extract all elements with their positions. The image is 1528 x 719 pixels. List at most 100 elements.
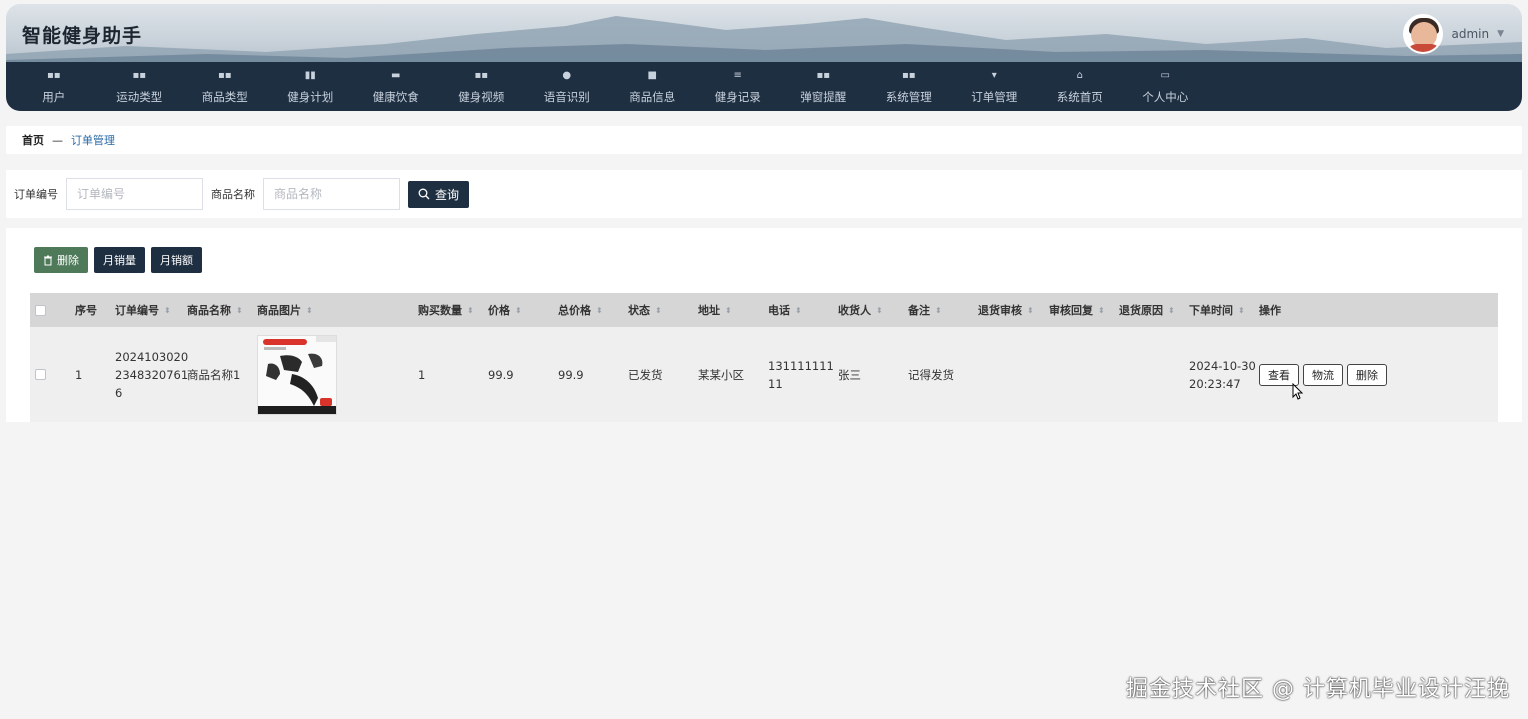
top-nav: ▪▪ 用户 ▪▪ 运动类型 ▪▪ 商品类型 ▮▮ 健身计划 ▬ 健康饮食 ▪▪ 健身视频 ● 语音识别 ■ 商… bbox=[6, 62, 1522, 111]
sliders-icon: ≡ bbox=[733, 69, 742, 81]
row-checkbox[interactable] bbox=[35, 369, 46, 380]
sort-icon: ⬍ bbox=[1027, 305, 1034, 315]
cell-image[interactable] bbox=[257, 327, 337, 422]
order-no-input[interactable] bbox=[66, 178, 203, 210]
username[interactable]: admin bbox=[1451, 27, 1489, 41]
col-image[interactable]: 商品图片 ⬍ bbox=[257, 293, 313, 327]
nav-item-label: 用户 bbox=[42, 89, 66, 104]
sort-icon: ⬍ bbox=[935, 305, 942, 315]
nav-item-label: 个人中心 bbox=[1142, 89, 1189, 104]
app-title: 智能健身助手 bbox=[22, 25, 143, 47]
nav-item-label: 系统首页 bbox=[1056, 89, 1103, 104]
home-icon: ⌂ bbox=[1076, 69, 1083, 81]
col-status[interactable]: 状态 ⬍ bbox=[628, 293, 662, 327]
cell-product: 商品名称1 bbox=[187, 367, 241, 382]
avatar[interactable] bbox=[1403, 14, 1444, 54]
cell-phone: 131111111 11 bbox=[768, 358, 834, 391]
product-name-input[interactable] bbox=[263, 178, 400, 210]
pin-icon: ▾ bbox=[991, 69, 997, 81]
monthly-revenue-button[interactable]: 月销额 bbox=[151, 247, 202, 273]
col-ops: 操作 bbox=[1259, 304, 1281, 317]
nav-item-label: 商品类型 bbox=[201, 89, 248, 104]
nav-item-6[interactable]: ● 语音识别 bbox=[524, 62, 610, 111]
cell-index: 1 bbox=[75, 367, 83, 382]
mouse-cursor-icon bbox=[1292, 383, 1304, 400]
col-total[interactable]: 总价格 ⬍ bbox=[558, 293, 603, 327]
search-icon bbox=[418, 188, 430, 200]
col-order-no[interactable]: 订单编号 ⬍ bbox=[115, 293, 171, 327]
col-address[interactable]: 地址 ⬍ bbox=[698, 293, 732, 327]
order-no-label: 订单编号 bbox=[14, 188, 58, 201]
sort-icon: ⬍ bbox=[1238, 305, 1245, 315]
breadcrumb-home[interactable]: 首页 bbox=[22, 132, 44, 148]
col-phone[interactable]: 电话 ⬍ bbox=[768, 293, 802, 327]
nav-item-12[interactable]: ⌂ 系统首页 bbox=[1037, 62, 1123, 111]
order-table: 序号 订单编号 ⬍ 商品名称 ⬍ 商品图片 ⬍ 购买数量 ⬍ 价格 ⬍ 总价格 ⬍ 状态 ⬍ … bbox=[30, 293, 1498, 422]
sort-icon: ⬍ bbox=[306, 305, 313, 315]
col-order-time[interactable]: 下单时间 ⬍ bbox=[1189, 293, 1245, 327]
breadcrumb-separator: — bbox=[52, 133, 63, 147]
select-all-checkbox[interactable] bbox=[35, 304, 46, 316]
delete-button[interactable]: 删除 bbox=[34, 247, 88, 273]
order-panel: 删除 月销量 月销额 序号 订单编号 ⬍ 商品名称 ⬍ 商品图片 ⬍ 购买数量 ⬍ 价格… bbox=[6, 228, 1522, 422]
col-product[interactable]: 商品名称 ⬍ bbox=[187, 293, 243, 327]
table-row: 1 2024103020 2348320761 6 商品名称1 1 99.9 9… bbox=[30, 327, 1498, 422]
monthly-sales-button[interactable]: 月销量 bbox=[94, 247, 145, 273]
nav-item-5[interactable]: ▪▪ 健身视频 bbox=[439, 62, 525, 111]
nav-item-7[interactable]: ■ 商品信息 bbox=[610, 62, 696, 111]
nav-item-label: 商品信息 bbox=[629, 89, 676, 104]
col-index: 序号 bbox=[75, 304, 97, 317]
cell-address: 某某小区 bbox=[698, 367, 744, 382]
chevron-down-icon[interactable]: ▼ bbox=[1497, 29, 1504, 39]
nav-item-label: 运动类型 bbox=[116, 89, 163, 104]
col-return-review[interactable]: 退货审核 ⬍ bbox=[978, 293, 1034, 327]
breadcrumb: 首页 — 订单管理 bbox=[6, 126, 1522, 154]
nav-item-13[interactable]: ▭ 个人中心 bbox=[1123, 62, 1209, 111]
user-menu[interactable]: admin ▼ bbox=[1403, 14, 1504, 54]
nav-item-3[interactable]: ▮▮ 健身计划 bbox=[268, 62, 354, 111]
cell-remark: 记得发货 bbox=[908, 367, 954, 382]
nav-item-label: 健身记录 bbox=[714, 89, 761, 104]
cell-status: 已发货 bbox=[628, 367, 663, 382]
watermark: 掘金技术社区 @ 计算机毕业设计汪挽 bbox=[1126, 677, 1510, 702]
grid-icon: ▪▪ bbox=[46, 69, 61, 81]
cell-total: 99.9 bbox=[558, 367, 584, 382]
app-header: 智能健身助手 admin ▼ ▪▪ 用户 ▪▪ 运动类型 ▪▪ 商品类型 ▮▮ 健身计划 ▬ 健康… bbox=[6, 4, 1522, 111]
product-name-label: 商品名称 bbox=[211, 188, 255, 201]
action-toolbar: 删除 月销量 月销额 bbox=[34, 247, 202, 273]
cell-order-no: 2024103020 2348320761 6 bbox=[115, 349, 189, 400]
bar-chart-icon: ▮▮ bbox=[304, 69, 316, 81]
nav-item-8[interactable]: ≡ 健身记录 bbox=[695, 62, 781, 111]
query-button[interactable]: 查询 bbox=[408, 180, 470, 208]
grid-icon: ▪▪ bbox=[474, 69, 489, 81]
sort-icon: ⬍ bbox=[795, 305, 802, 315]
cell-ops: 查看 物流 删除 bbox=[1259, 327, 1391, 422]
query-button-label: 查询 bbox=[435, 187, 460, 202]
nav-item-0[interactable]: ▪▪ 用户 bbox=[11, 62, 97, 111]
col-receiver[interactable]: 收货人 ⬍ bbox=[838, 293, 883, 327]
nav-item-1[interactable]: ▪▪ 运动类型 bbox=[97, 62, 183, 111]
nav-item-label: 健身计划 bbox=[287, 89, 334, 104]
col-return-reason[interactable]: 退货原因 ⬍ bbox=[1119, 293, 1175, 327]
nav-item-label: 健身视频 bbox=[458, 89, 505, 104]
col-remark[interactable]: 备注 ⬍ bbox=[908, 293, 942, 327]
row-delete-button[interactable]: 删除 bbox=[1347, 363, 1387, 386]
nav-item-10[interactable]: ▪▪ 系统管理 bbox=[866, 62, 952, 111]
trash-icon bbox=[44, 255, 52, 265]
nav-item-4[interactable]: ▬ 健康饮食 bbox=[353, 62, 439, 111]
product-image[interactable] bbox=[257, 334, 337, 415]
sort-icon: ⬍ bbox=[1098, 305, 1105, 315]
sort-icon: ⬍ bbox=[655, 305, 662, 315]
cell-order-time: 2024-10-30 20:23:47 bbox=[1189, 358, 1256, 391]
chat-icon: ▬ bbox=[391, 69, 401, 81]
nav-item-2[interactable]: ▪▪ 商品类型 bbox=[182, 62, 268, 111]
grid-icon: ▪▪ bbox=[816, 69, 831, 81]
col-qty[interactable]: 购买数量 ⬍ bbox=[418, 293, 474, 327]
logistics-button[interactable]: 物流 bbox=[1303, 363, 1343, 386]
col-review-reply[interactable]: 审核回复 ⬍ bbox=[1049, 293, 1105, 327]
grid-icon: ▪▪ bbox=[901, 69, 916, 81]
nav-item-11[interactable]: ▾ 订单管理 bbox=[952, 62, 1038, 111]
col-price[interactable]: 价格 ⬍ bbox=[488, 293, 522, 327]
delete-button-label: 删除 bbox=[57, 254, 79, 267]
nav-item-9[interactable]: ▪▪ 弹窗提醒 bbox=[781, 62, 867, 111]
